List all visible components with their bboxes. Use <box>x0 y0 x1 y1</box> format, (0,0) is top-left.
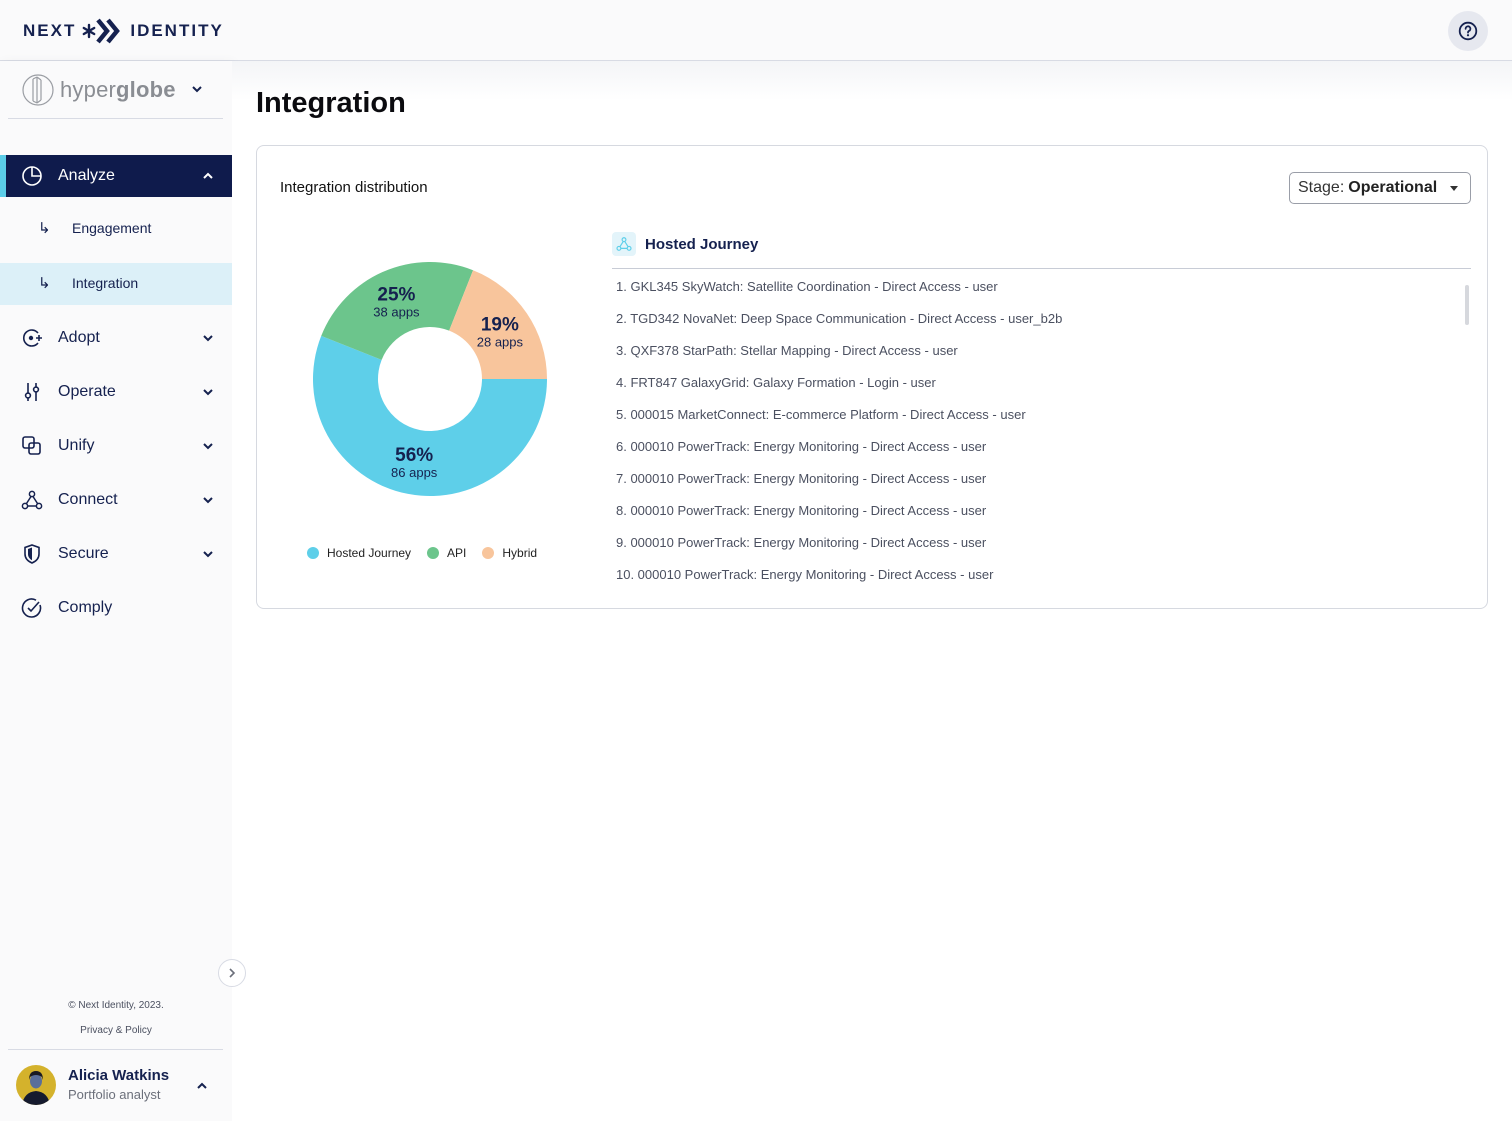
list-scrollbar[interactable] <box>1465 285 1469 325</box>
sidebar-item-connect[interactable]: Connect <box>0 479 232 521</box>
workspace-name-bold: globe <box>116 76 176 102</box>
question-circle-icon <box>1458 21 1478 41</box>
legend-item-hosted-journey[interactable]: Hosted Journey <box>307 546 411 560</box>
slice-percent-label: 25% <box>377 284 415 305</box>
legend-swatch <box>307 547 319 559</box>
shield-icon <box>21 543 43 565</box>
slice-percent-label: 19% <box>481 315 519 336</box>
sidebar-item-label: Comply <box>58 599 113 616</box>
arrow-return-right-icon: ↳ <box>38 220 51 237</box>
legend-item-api[interactable]: API <box>427 546 466 560</box>
list-title: Hosted Journey <box>645 236 759 253</box>
sidebar: hyperglobe Analyze ↳ Engagement ↳ Integr… <box>0 61 232 1121</box>
sidebar-subitem-label: Integration <box>72 275 139 291</box>
chevron-down-icon <box>203 443 213 450</box>
legend-label: Hybrid <box>502 546 538 560</box>
collapse-sidebar-button[interactable] <box>218 959 246 987</box>
stage-select-label: Stage: <box>1298 179 1345 196</box>
chevron-up-icon <box>203 172 213 179</box>
check-circle-icon <box>21 597 43 619</box>
next-identity-logo[interactable]: NEXT IDENTITY <box>23 17 224 45</box>
target-plus-icon <box>21 327 43 349</box>
network-icon <box>612 232 636 256</box>
sidebar-item-secure[interactable]: Secure <box>0 533 232 575</box>
legend-item-hybrid[interactable]: Hybrid <box>482 546 537 560</box>
slice-count-label: 28 apps <box>477 335 524 350</box>
list-item[interactable]: 10. 000010 PowerTrack: Energy Monitoring… <box>616 567 1456 599</box>
stage-select[interactable]: Stage: Operational <box>1289 172 1471 204</box>
sidebar-item-label: Adopt <box>58 329 100 346</box>
logo-text-next: NEXT <box>23 21 77 40</box>
overlap-squares-icon <box>21 435 43 457</box>
user-name: Alicia Watkins <box>68 1067 170 1084</box>
sidebar-item-label: Secure <box>58 545 109 562</box>
divider <box>8 1049 223 1050</box>
page-title: Integration <box>256 87 406 119</box>
slice-count-label: 38 apps <box>373 304 420 319</box>
list-item[interactable]: 4. FRT847 GalaxyGrid: Galaxy Formation -… <box>616 375 1456 407</box>
sidebar-item-comply[interactable]: Comply <box>0 587 232 629</box>
sidebar-item-label: Connect <box>58 491 118 508</box>
list-item[interactable]: 9. 000010 PowerTrack: Energy Monitoring … <box>616 535 1456 567</box>
list-item[interactable]: 1. GKL345 SkyWatch: Satellite Coordinati… <box>616 279 1456 311</box>
top-bar: NEXT IDENTITY <box>0 0 1512 61</box>
list-item[interactable]: 7. 000010 PowerTrack: Energy Monitoring … <box>616 471 1456 503</box>
sidebar-item-operate[interactable]: Operate <box>0 371 232 413</box>
caret-down-icon <box>1450 186 1458 191</box>
help-button[interactable] <box>1448 11 1488 51</box>
legend-label: API <box>447 546 467 560</box>
app-list: 1. GKL345 SkyWatch: Satellite Coordinati… <box>616 279 1456 599</box>
pie-chart-icon <box>21 165 43 187</box>
slice-count-label: 86 apps <box>391 465 438 480</box>
list-item[interactable]: 5. 000015 MarketConnect: E-commerce Plat… <box>616 407 1456 439</box>
donut-chart: 56%86 apps 25%38 apps 19%28 apps <box>313 262 547 497</box>
sidebar-subitem-integration[interactable]: ↳ Integration <box>0 263 232 305</box>
stage-select-value: Operational <box>1348 179 1438 196</box>
sidebar-item-unify[interactable]: Unify <box>0 425 232 467</box>
chevron-down-icon <box>192 86 202 93</box>
chevron-down-icon <box>203 389 213 396</box>
list-item[interactable]: 2. TGD342 NovaNet: Deep Space Communicat… <box>616 311 1456 343</box>
chevron-down-icon <box>203 497 213 504</box>
list-item[interactable]: 8. 000010 PowerTrack: Energy Monitoring … <box>616 503 1456 535</box>
workspace-name-light: hyper <box>60 76 117 102</box>
user-role: Portfolio analyst <box>68 1087 161 1102</box>
sidebar-subitem-label: Engagement <box>72 220 152 236</box>
logo-text-identity: IDENTITY <box>130 21 224 40</box>
privacy-policy-link[interactable]: Privacy & Policy <box>0 1025 232 1036</box>
network-icon <box>21 489 43 511</box>
legend-swatch <box>427 547 440 559</box>
sidebar-item-adopt[interactable]: Adopt <box>0 317 232 359</box>
chevron-down-icon <box>203 551 213 558</box>
sidebar-item-label: Operate <box>58 383 116 400</box>
sidebar-subitem-engagement[interactable]: ↳ Engagement <box>0 208 232 250</box>
copyright-text: © Next Identity, 2023. <box>68 1000 164 1011</box>
sidebar-item-analyze[interactable]: Analyze <box>0 155 232 197</box>
workspace-name: hyperglobe <box>60 77 176 103</box>
arrow-return-right-icon: ↳ <box>38 275 51 292</box>
list-item[interactable]: 3. QXF378 StarPath: Stellar Mapping - Di… <box>616 343 1456 375</box>
chart-legend: Hosted Journey API Hybrid <box>307 546 537 560</box>
slice-percent-label: 56% <box>395 445 433 466</box>
logo-chevrons-icon <box>82 17 124 45</box>
chevron-right-icon <box>229 968 236 978</box>
main-content: Integration Integration distribution Sta… <box>232 61 1512 1121</box>
avatar[interactable] <box>16 1065 56 1105</box>
legend-swatch <box>482 547 495 559</box>
hyperglobe-logo-icon <box>22 73 54 106</box>
chevron-down-icon <box>203 335 213 342</box>
list-header: Hosted Journey <box>612 232 1471 269</box>
sidebar-item-label: Analyze <box>58 167 115 184</box>
sidebar-item-label: Unify <box>58 437 95 454</box>
chevron-up-icon[interactable] <box>195 1079 209 1093</box>
card-title: Integration distribution <box>280 179 428 196</box>
legend-label: Hosted Journey <box>327 546 412 560</box>
list-item[interactable]: 6. 000010 PowerTrack: Energy Monitoring … <box>616 439 1456 471</box>
workspace-switcher[interactable]: hyperglobe <box>8 61 223 119</box>
integration-distribution-card: Integration distribution Stage: Operatio… <box>256 145 1488 609</box>
sliders-icon <box>21 381 43 403</box>
